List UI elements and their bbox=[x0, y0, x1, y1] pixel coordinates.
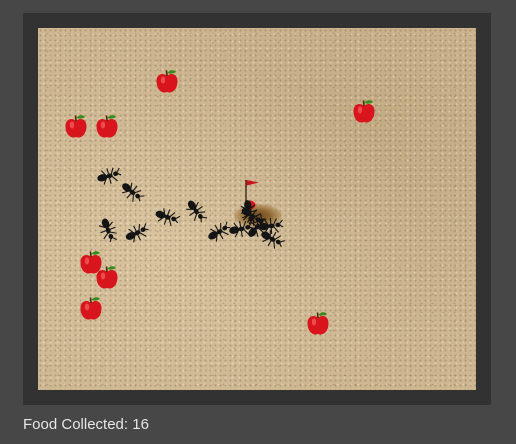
ant-icon[interactable] bbox=[257, 215, 285, 237]
ant-icon[interactable] bbox=[180, 195, 211, 228]
game-field[interactable] bbox=[38, 28, 476, 390]
ant-icon[interactable] bbox=[237, 197, 261, 226]
food-collected-value: 16 bbox=[132, 416, 149, 433]
apple-icon[interactable] bbox=[64, 114, 88, 140]
ant-icon[interactable] bbox=[94, 214, 122, 245]
food-collected-label: Food Collected: bbox=[23, 416, 129, 433]
apple-icon[interactable] bbox=[352, 99, 376, 125]
apple-icon[interactable] bbox=[155, 69, 179, 95]
apple-icon[interactable] bbox=[95, 265, 119, 291]
apple-icon[interactable] bbox=[79, 296, 103, 322]
ant-icon[interactable] bbox=[151, 203, 182, 231]
apple-icon[interactable] bbox=[306, 311, 330, 337]
ant-icon[interactable] bbox=[121, 218, 153, 247]
food-collected-status: Food Collected: 16 bbox=[23, 416, 149, 433]
apple-icon[interactable] bbox=[95, 114, 119, 140]
